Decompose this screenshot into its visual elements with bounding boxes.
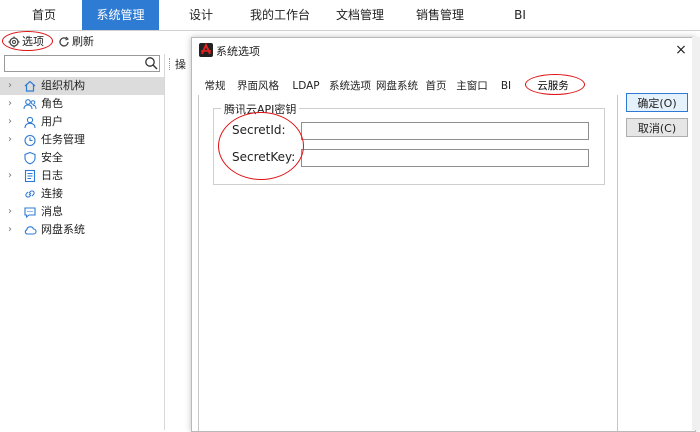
panel-divider[interactable] bbox=[164, 54, 165, 430]
dialog-titlebar[interactable]: 系统选项 × bbox=[192, 38, 695, 62]
chevron-right-icon[interactable]: › bbox=[8, 167, 18, 185]
toolbar-separator bbox=[169, 58, 171, 70]
chevron-right-icon[interactable]: › bbox=[8, 203, 18, 221]
nav-design[interactable]: 设计 bbox=[172, 0, 230, 30]
tab-ldap[interactable]: LDAP bbox=[286, 77, 326, 95]
tree-item-organization[interactable]: › 组织机构 bbox=[0, 77, 164, 95]
tree-item-cloud-drive[interactable]: › 网盘系统 bbox=[0, 221, 164, 239]
left-toolbar: 选项 刷新 bbox=[0, 31, 190, 53]
tree-item-label: 连接 bbox=[41, 187, 63, 200]
dialog-title: 系统选项 bbox=[216, 45, 260, 58]
refresh-icon bbox=[59, 36, 69, 47]
tab-system-options[interactable]: 系统选项 bbox=[328, 77, 372, 95]
nav-sales-management[interactable]: 销售管理 bbox=[404, 0, 476, 30]
cancel-button[interactable]: 取消(C) bbox=[626, 118, 688, 137]
chevron-right-icon[interactable]: › bbox=[8, 113, 18, 131]
message-icon bbox=[24, 207, 36, 219]
system-options-dialog: 系统选项 × 常规 界面风格 LDAP 系统选项 网盘系统 首页 主窗口 BI … bbox=[191, 37, 696, 432]
log-icon bbox=[24, 169, 36, 183]
search-button[interactable] bbox=[144, 56, 160, 72]
shield-icon bbox=[24, 151, 36, 165]
home-icon bbox=[24, 80, 36, 92]
tab-cloud-drive[interactable]: 网盘系统 bbox=[374, 77, 420, 95]
ok-button[interactable]: 确定(O) bbox=[626, 93, 688, 112]
highlight-circle-options bbox=[2, 31, 53, 51]
tree-item-label: 任务管理 bbox=[41, 133, 85, 146]
nav-document-management[interactable]: 文档管理 bbox=[328, 0, 392, 30]
chevron-right-icon[interactable]: › bbox=[8, 131, 18, 149]
tree-item-label: 网盘系统 bbox=[41, 223, 85, 236]
clock-icon bbox=[24, 134, 36, 147]
tree-item-task-management[interactable]: › 任务管理 bbox=[0, 131, 164, 149]
highlight-circle-tab bbox=[525, 74, 585, 95]
nav-system-management[interactable]: 系统管理 bbox=[82, 0, 159, 30]
secret-id-input[interactable] bbox=[301, 122, 589, 140]
tree-item-messages[interactable]: › 消息 bbox=[0, 203, 164, 221]
nav-home[interactable]: 首页 bbox=[8, 0, 80, 30]
tree-item-label: 安全 bbox=[41, 151, 63, 164]
tab-bi[interactable]: BI bbox=[495, 77, 517, 95]
user-icon bbox=[24, 116, 36, 129]
chevron-right-icon[interactable]: › bbox=[8, 77, 18, 95]
refresh-label: 刷新 bbox=[72, 35, 94, 48]
refresh-button[interactable]: 刷新 bbox=[58, 33, 94, 51]
close-icon[interactable]: × bbox=[673, 42, 689, 58]
tree-item-logs[interactable]: › 日志 bbox=[0, 167, 164, 185]
tree-item-users[interactable]: › 用户 bbox=[0, 113, 164, 131]
tree-item-security[interactable]: 安全 bbox=[0, 149, 164, 167]
right-edge-scrollbar[interactable] bbox=[692, 37, 700, 430]
cloud-icon bbox=[24, 226, 37, 235]
chevron-right-icon[interactable]: › bbox=[8, 221, 18, 239]
chevron-right-icon[interactable]: › bbox=[8, 95, 18, 113]
app-logo-icon bbox=[199, 42, 213, 57]
tree-search-input[interactable] bbox=[4, 55, 160, 72]
secret-key-input[interactable] bbox=[301, 149, 589, 167]
tree-item-label: 组织机构 bbox=[41, 79, 85, 92]
tab-main-window[interactable]: 主窗口 bbox=[453, 77, 491, 95]
tab-ui-style[interactable]: 界面风格 bbox=[233, 77, 283, 95]
tree-item-roles[interactable]: › 角色 bbox=[0, 95, 164, 113]
nav-bi[interactable]: BI bbox=[500, 0, 540, 30]
tree-item-label: 消息 bbox=[41, 205, 63, 218]
operations-label: 操 bbox=[175, 58, 186, 71]
tree-item-connections[interactable]: 连接 bbox=[0, 185, 164, 203]
users-icon bbox=[23, 99, 37, 110]
highlight-circle-fields bbox=[218, 112, 304, 180]
nav-my-workbench[interactable]: 我的工作台 bbox=[244, 0, 316, 30]
search-icon bbox=[145, 57, 158, 70]
top-nav: 首页 系统管理 设计 我的工作台 文档管理 销售管理 BI bbox=[0, 0, 700, 31]
tab-general[interactable]: 常规 bbox=[200, 77, 230, 95]
tab-home[interactable]: 首页 bbox=[422, 77, 450, 95]
tree-item-label: 用户 bbox=[41, 115, 63, 128]
tree-item-label: 日志 bbox=[41, 169, 63, 182]
tree-item-label: 角色 bbox=[41, 97, 63, 110]
link-icon bbox=[25, 190, 35, 198]
